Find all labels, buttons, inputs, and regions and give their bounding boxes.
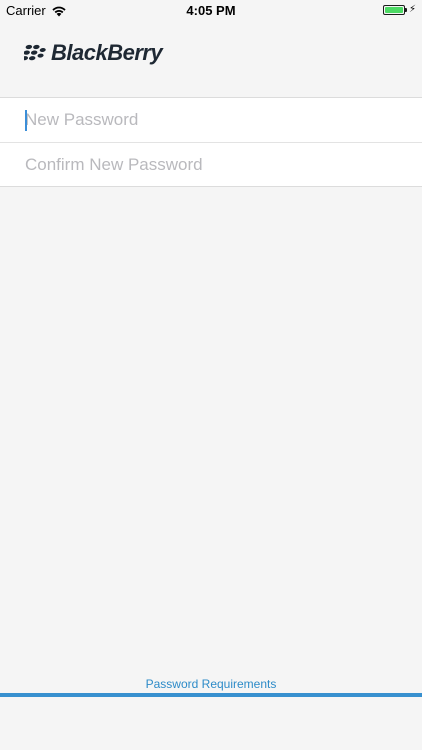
confirm-password-input[interactable] xyxy=(25,154,405,175)
new-password-row xyxy=(0,98,422,142)
battery-icon xyxy=(382,5,405,15)
battery-level xyxy=(384,7,403,13)
requirements-container: Password Requirements xyxy=(0,675,422,693)
password-requirements-link[interactable]: Password Requirements xyxy=(146,677,277,691)
blackberry-logo: BlackBerry xyxy=(24,40,163,66)
status-bar: Carrier 4:05 PM ⚡︎ xyxy=(0,0,422,22)
battery-indicator: ⚡︎ xyxy=(382,4,416,15)
text-caret xyxy=(25,110,27,131)
new-password-input[interactable] xyxy=(25,110,405,130)
clock: 4:05 PM xyxy=(186,3,236,18)
battery-nub xyxy=(404,8,407,12)
confirm-password-row xyxy=(0,142,422,186)
blackberry-logo-icon xyxy=(24,44,46,61)
bottom-area xyxy=(0,697,422,750)
password-form xyxy=(0,97,422,187)
charging-bolt-icon: ⚡︎ xyxy=(408,4,416,15)
logo-wordmark: BlackBerry xyxy=(51,40,163,65)
